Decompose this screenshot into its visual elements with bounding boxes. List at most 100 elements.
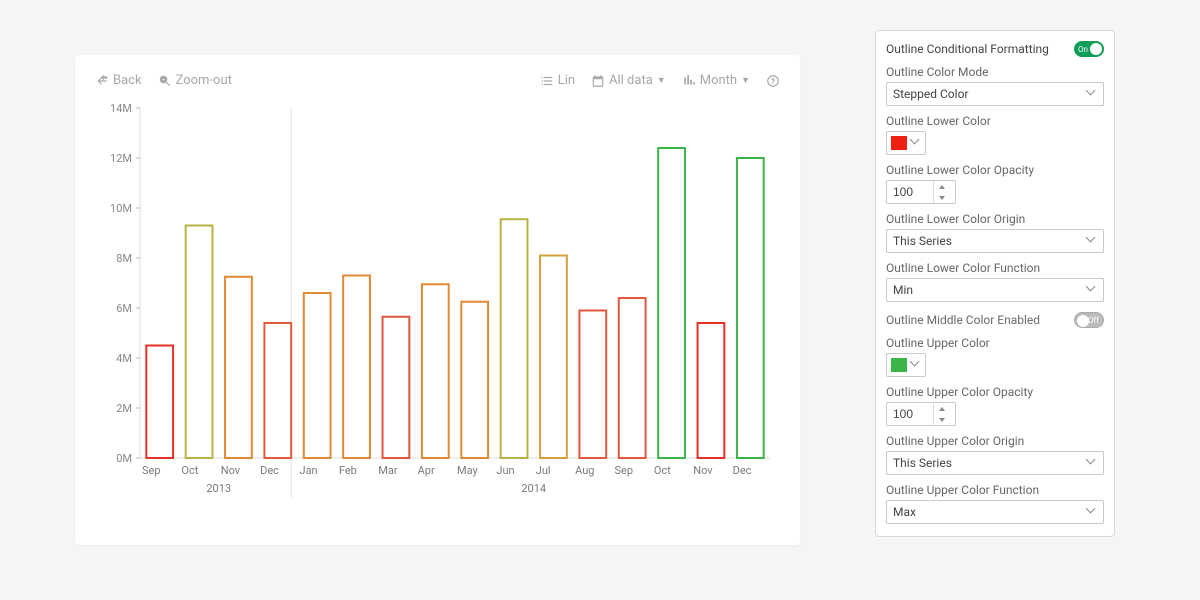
calendar-icon bbox=[591, 74, 605, 88]
svg-text:2014: 2014 bbox=[521, 482, 546, 495]
color-mode-select[interactable]: Stepped Color bbox=[886, 82, 1104, 106]
bar bbox=[619, 298, 646, 458]
bar bbox=[304, 293, 331, 458]
svg-text:Jan: Jan bbox=[300, 464, 318, 477]
granularity-selector[interactable]: Month ▼ bbox=[682, 73, 750, 88]
chart-card: Back Zoom-out Lin All data ▼ Month ▼ bbox=[75, 55, 800, 545]
svg-text:May: May bbox=[457, 464, 479, 477]
middle-enabled-label: Outline Middle Color Enabled bbox=[886, 313, 1040, 327]
chevron-down-icon bbox=[1087, 458, 1097, 468]
svg-text:Oct: Oct bbox=[654, 464, 671, 477]
color-mode-label: Outline Color Mode bbox=[886, 65, 1104, 79]
bar bbox=[422, 284, 449, 458]
lower-opacity-input[interactable] bbox=[886, 180, 956, 204]
svg-text:12M: 12M bbox=[110, 152, 132, 165]
chevron-down-icon bbox=[911, 360, 921, 370]
lower-opacity-label: Outline Lower Color Opacity bbox=[886, 163, 1104, 177]
svg-text:Dec: Dec bbox=[733, 464, 752, 477]
bar bbox=[698, 323, 725, 458]
svg-text:Mar: Mar bbox=[378, 464, 398, 477]
bar bbox=[461, 302, 488, 458]
bars-icon bbox=[682, 74, 696, 88]
upper-origin-select[interactable]: This Series bbox=[886, 451, 1104, 475]
upper-function-label: Outline Upper Color Function bbox=[886, 483, 1104, 497]
bar bbox=[501, 219, 528, 458]
svg-text:Jun: Jun bbox=[496, 464, 514, 477]
svg-text:Dec: Dec bbox=[260, 464, 279, 477]
svg-text:8M: 8M bbox=[116, 252, 132, 265]
bar bbox=[658, 148, 685, 458]
chevron-down-icon bbox=[911, 138, 921, 148]
bar bbox=[343, 276, 370, 459]
middle-color-toggle[interactable]: Off bbox=[1074, 312, 1104, 328]
lower-color-select[interactable] bbox=[886, 131, 926, 155]
lower-function-select[interactable]: Min bbox=[886, 278, 1104, 302]
bar bbox=[540, 256, 567, 459]
svg-text:Oct: Oct bbox=[181, 464, 198, 477]
chevron-down-icon bbox=[1087, 285, 1097, 295]
lower-origin-label: Outline Lower Color Origin bbox=[886, 212, 1104, 226]
chevron-down-icon bbox=[1087, 236, 1097, 246]
back-label: Back bbox=[113, 73, 142, 88]
scale-selector[interactable]: Lin bbox=[540, 73, 575, 88]
upper-opacity-field[interactable] bbox=[887, 407, 933, 421]
chevron-down-icon bbox=[1087, 89, 1097, 99]
stepper-up[interactable] bbox=[934, 181, 949, 192]
svg-text:Aug: Aug bbox=[575, 464, 594, 477]
back-arrow-icon bbox=[95, 74, 109, 88]
upper-origin-label: Outline Upper Color Origin bbox=[886, 434, 1104, 448]
zoom-out-label: Zoom-out bbox=[176, 73, 232, 88]
svg-text:Nov: Nov bbox=[221, 464, 241, 477]
upper-opacity-input[interactable] bbox=[886, 402, 956, 426]
zoom-out-icon bbox=[158, 74, 172, 88]
zoom-out-button[interactable]: Zoom-out bbox=[158, 73, 232, 88]
svg-text:Feb: Feb bbox=[339, 464, 357, 477]
svg-text:6M: 6M bbox=[116, 302, 132, 315]
bar bbox=[146, 346, 173, 459]
svg-text:14M: 14M bbox=[110, 102, 132, 115]
svg-text:2013: 2013 bbox=[206, 482, 231, 495]
help-button[interactable] bbox=[766, 74, 780, 88]
bar bbox=[383, 317, 410, 458]
granularity-label: Month bbox=[700, 73, 737, 88]
bar bbox=[225, 277, 252, 458]
svg-text:Nov: Nov bbox=[693, 464, 713, 477]
range-label: All data bbox=[609, 73, 653, 88]
upper-color-select[interactable] bbox=[886, 353, 926, 377]
conditional-formatting-toggle[interactable]: On bbox=[1074, 41, 1104, 57]
svg-text:0M: 0M bbox=[116, 452, 132, 465]
lower-color-swatch bbox=[891, 136, 907, 150]
list-icon bbox=[540, 74, 554, 88]
stepper-down[interactable] bbox=[934, 414, 949, 425]
svg-text:Sep: Sep bbox=[142, 464, 161, 477]
svg-text:Apr: Apr bbox=[418, 464, 435, 477]
bar bbox=[264, 323, 291, 458]
chevron-down-icon bbox=[1087, 507, 1097, 517]
bar bbox=[186, 226, 213, 459]
upper-color-swatch bbox=[891, 358, 907, 372]
lower-opacity-field[interactable] bbox=[887, 185, 933, 199]
help-icon bbox=[766, 74, 780, 88]
svg-text:Jul: Jul bbox=[536, 464, 551, 477]
settings-panel: Outline Conditional Formatting On Outlin… bbox=[875, 30, 1115, 537]
svg-text:2M: 2M bbox=[116, 402, 132, 415]
scale-label: Lin bbox=[558, 73, 575, 88]
stepper-down[interactable] bbox=[934, 192, 949, 203]
lower-origin-select[interactable]: This Series bbox=[886, 229, 1104, 253]
panel-title: Outline Conditional Formatting bbox=[886, 42, 1049, 56]
svg-text:Sep: Sep bbox=[615, 464, 634, 477]
chart-area: 0M 2M 4M 6M 8M 10M 12M 14M Sep Oct Nov Dec Jan Feb Mar… bbox=[95, 98, 780, 518]
upper-function-select[interactable]: Max bbox=[886, 500, 1104, 524]
svg-text:4M: 4M bbox=[116, 352, 132, 365]
stepper-up[interactable] bbox=[934, 403, 949, 414]
lower-color-label: Outline Lower Color bbox=[886, 114, 1104, 128]
upper-color-label: Outline Upper Color bbox=[886, 336, 1104, 350]
upper-opacity-label: Outline Upper Color Opacity bbox=[886, 385, 1104, 399]
bar bbox=[737, 158, 764, 458]
lower-function-label: Outline Lower Color Function bbox=[886, 261, 1104, 275]
range-selector[interactable]: All data ▼ bbox=[591, 73, 666, 88]
chart-toolbar: Back Zoom-out Lin All data ▼ Month ▼ bbox=[95, 73, 780, 88]
back-button[interactable]: Back bbox=[95, 73, 142, 88]
svg-text:10M: 10M bbox=[110, 202, 132, 215]
bar bbox=[579, 311, 606, 459]
